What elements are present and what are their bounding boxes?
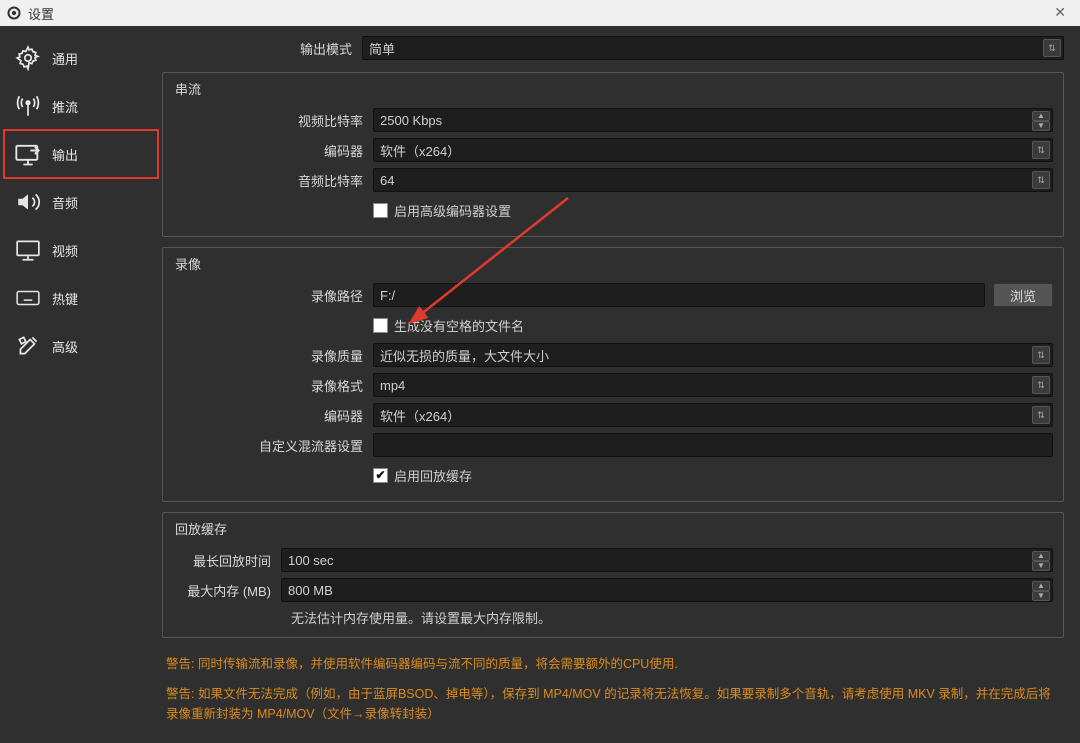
custom-muxer-input[interactable] <box>373 433 1053 457</box>
window-title: 设置 <box>28 4 54 23</box>
sidebar-item-label: 通用 <box>52 49 78 68</box>
audio-bitrate-label: 音频比特率 <box>173 171 373 190</box>
stream-encoder-value: 软件（x264） <box>380 141 460 160</box>
replay-memo: 无法估计内存使用量。请设置最大内存限制。 <box>173 608 1053 627</box>
output-mode-value: 简单 <box>369 39 395 58</box>
audio-bitrate-dropdown[interactable]: 64 ⇅ <box>373 168 1053 192</box>
no-space-filename-label: 生成没有空格的文件名 <box>394 316 524 335</box>
chevron-updown-icon: ⇅ <box>1032 346 1050 364</box>
spin-arrows-icon: ▲▼ <box>1032 551 1050 569</box>
video-bitrate-spinbox[interactable]: 2500 Kbps ▲▼ <box>373 108 1053 132</box>
video-bitrate-label: 视频比特率 <box>173 111 373 130</box>
app-icon <box>6 5 22 21</box>
monitor-icon <box>14 236 42 264</box>
recording-encoder-value: 软件（x264） <box>380 406 460 425</box>
max-replay-time-spinbox[interactable]: 100 sec ▲▼ <box>281 548 1053 572</box>
warnings-block: 警告: 同时传输流和录像，并使用软件编码器编码与流不同的质量，将会需要额外的CP… <box>162 648 1064 732</box>
recording-path-label: 录像路径 <box>173 286 373 305</box>
recording-format-value: mp4 <box>380 378 405 393</box>
recording-quality-dropdown[interactable]: 近似无损的质量，大文件大小 ⇅ <box>373 343 1053 367</box>
sidebar: 通用 推流 输出 音频 视频 <box>4 30 158 739</box>
replay-legend: 回放缓存 <box>175 519 1053 538</box>
stream-encoder-label: 编码器 <box>173 141 373 160</box>
max-memory-label: 最大内存 (MB) <box>173 581 281 600</box>
custom-muxer-label: 自定义混流器设置 <box>173 436 373 455</box>
advanced-encoder-checkbox[interactable] <box>373 203 388 218</box>
titlebar: 设置 ✕ <box>0 0 1080 26</box>
recording-encoder-dropdown[interactable]: 软件（x264） ⇅ <box>373 403 1053 427</box>
replay-buffer-checkbox[interactable]: ✔ <box>373 468 388 483</box>
sidebar-item-advanced[interactable]: 高级 <box>4 322 158 370</box>
tools-icon <box>14 332 42 360</box>
sidebar-item-video[interactable]: 视频 <box>4 226 158 274</box>
main-panel: 通用 推流 输出 音频 视频 <box>0 26 1080 743</box>
spin-arrows-icon: ▲▼ <box>1032 111 1050 129</box>
recording-quality-value: 近似无损的质量，大文件大小 <box>380 346 549 365</box>
sidebar-item-label: 热键 <box>52 289 78 308</box>
output-mode-dropdown[interactable]: 简单 ⇅ <box>362 36 1064 60</box>
sidebar-item-label: 推流 <box>52 97 78 116</box>
recording-group: 录像 录像路径 F:/ 浏览 生成没有空格的文件名 <box>162 247 1064 502</box>
antenna-icon <box>14 92 42 120</box>
recording-path-input[interactable]: F:/ <box>373 283 985 307</box>
replay-buffer-label: 启用回放缓存 <box>394 466 472 485</box>
sidebar-item-hotkeys[interactable]: 热键 <box>4 274 158 322</box>
keyboard-icon <box>14 284 42 312</box>
recording-format-label: 录像格式 <box>173 376 373 395</box>
sidebar-item-audio[interactable]: 音频 <box>4 178 158 226</box>
output-mode-label: 输出模式 <box>162 39 362 58</box>
max-replay-time-label: 最长回放时间 <box>173 551 281 570</box>
video-bitrate-value: 2500 Kbps <box>380 113 442 128</box>
gear-icon <box>14 44 42 72</box>
spin-arrows-icon: ▲▼ <box>1032 581 1050 599</box>
chevron-updown-icon: ⇅ <box>1032 376 1050 394</box>
sidebar-item-label: 音频 <box>52 193 78 212</box>
chevron-updown-icon: ⇅ <box>1032 141 1050 159</box>
max-memory-value: 800 MB <box>288 583 333 598</box>
sidebar-item-label: 输出 <box>52 145 78 164</box>
sidebar-item-label: 高级 <box>52 337 78 356</box>
warning-1: 警告: 同时传输流和录像，并使用软件编码器编码与流不同的质量，将会需要额外的CP… <box>166 654 1060 674</box>
replay-buffer-group: 回放缓存 最长回放时间 100 sec ▲▼ 最大内存 (MB) 800 MB … <box>162 512 1064 638</box>
close-button[interactable]: ✕ <box>1048 2 1072 23</box>
stream-encoder-dropdown[interactable]: 软件（x264） ⇅ <box>373 138 1053 162</box>
browse-button-label: 浏览 <box>1010 286 1036 305</box>
chevron-updown-icon: ⇅ <box>1032 171 1050 189</box>
browse-button[interactable]: 浏览 <box>993 283 1053 307</box>
content-pane: 输出模式 简单 ⇅ 串流 视频比特率 2500 Kbps ▲▼ <box>158 30 1078 739</box>
advanced-encoder-label: 启用高级编码器设置 <box>394 201 511 220</box>
streaming-legend: 串流 <box>175 79 1053 98</box>
sidebar-item-stream[interactable]: 推流 <box>4 82 158 130</box>
chevron-updown-icon: ⇅ <box>1032 406 1050 424</box>
no-space-filename-checkbox[interactable] <box>373 318 388 333</box>
sidebar-item-label: 视频 <box>52 241 78 260</box>
chevron-updown-icon: ⇅ <box>1043 39 1061 57</box>
sidebar-item-general[interactable]: 通用 <box>4 34 158 82</box>
sidebar-item-output[interactable]: 输出 <box>4 130 158 178</box>
speaker-icon <box>14 188 42 216</box>
warning-2: 警告: 如果文件无法完成（例如，由于蓝屏BSOD、掉电等），保存到 MP4/MO… <box>166 684 1060 724</box>
output-icon <box>14 140 42 168</box>
max-memory-spinbox[interactable]: 800 MB ▲▼ <box>281 578 1053 602</box>
recording-legend: 录像 <box>175 254 1053 273</box>
recording-path-value: F:/ <box>380 288 395 303</box>
streaming-group: 串流 视频比特率 2500 Kbps ▲▼ 编码器 软件（x264） ⇅ <box>162 72 1064 237</box>
recording-quality-label: 录像质量 <box>173 346 373 365</box>
audio-bitrate-value: 64 <box>380 173 394 188</box>
recording-encoder-label: 编码器 <box>173 406 373 425</box>
max-replay-time-value: 100 sec <box>288 553 334 568</box>
recording-format-dropdown[interactable]: mp4 ⇅ <box>373 373 1053 397</box>
